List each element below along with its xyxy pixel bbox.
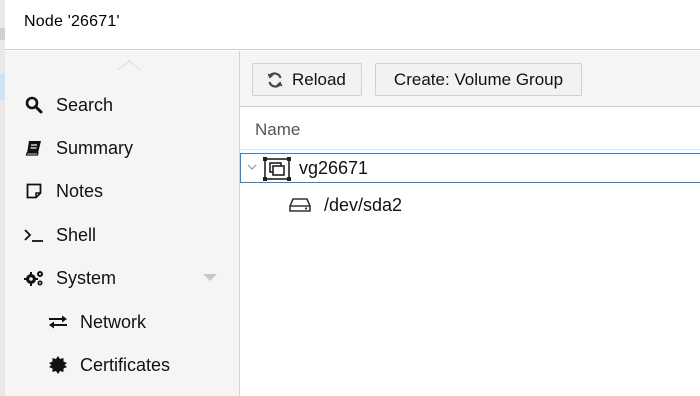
sidebar-item-summary[interactable]: Summary bbox=[22, 133, 133, 163]
sidebar-item-system[interactable]: System bbox=[22, 263, 116, 293]
page-title: Node '26671' bbox=[24, 13, 120, 30]
sidebar-item-search[interactable]: Search bbox=[22, 90, 113, 120]
toolbar: Reload Create: Volume Group bbox=[240, 51, 700, 107]
hdd-icon bbox=[288, 197, 312, 213]
create-button-label: Create: Volume Group bbox=[393, 69, 564, 89]
sidebar-item-label: Shell bbox=[56, 224, 97, 245]
tree-row-disk[interactable]: /dev/sda2 bbox=[240, 190, 700, 220]
sidebar-item-label: Network bbox=[80, 311, 147, 332]
column-header-label: Name bbox=[255, 120, 301, 139]
certificate-icon bbox=[46, 355, 70, 375]
main-panel: Reload Create: Volume Group Name vg26671… bbox=[240, 51, 700, 396]
sidebar-nav: Search Summary Notes Shell System Networ… bbox=[5, 51, 240, 396]
exchange-icon bbox=[46, 312, 70, 332]
create-volume-group-button[interactable]: Create: Volume Group bbox=[375, 63, 582, 96]
sidebar-item-label: System bbox=[56, 267, 117, 288]
search-icon bbox=[22, 95, 46, 115]
terminal-icon bbox=[22, 225, 46, 245]
scroll-up-arrow[interactable] bbox=[117, 60, 141, 70]
sidebar-item-shell[interactable]: Shell bbox=[22, 220, 96, 250]
note-icon bbox=[22, 181, 46, 201]
sidebar-item-label: Certificates bbox=[80, 354, 171, 375]
gears-icon bbox=[22, 268, 46, 288]
chevron-down-icon[interactable] bbox=[247, 163, 257, 171]
tree-row-label: vg26671 bbox=[299, 158, 369, 178]
sidebar-item-label: Notes bbox=[56, 180, 104, 201]
book-icon bbox=[22, 138, 46, 158]
column-header-name[interactable]: Name bbox=[240, 108, 700, 150]
sidebar-item-notes[interactable]: Notes bbox=[22, 176, 103, 206]
reload-button[interactable]: Reload bbox=[252, 63, 362, 96]
refresh-icon bbox=[266, 71, 284, 89]
sidebar-item-label: Summary bbox=[56, 137, 134, 158]
chevron-down-icon[interactable] bbox=[203, 274, 217, 281]
tree-row-volume-group[interactable]: vg26671 bbox=[240, 153, 700, 183]
title-bar: Node '26671' bbox=[5, 0, 700, 50]
reload-button-label: Reload bbox=[292, 69, 346, 89]
sidebar-item-certificates[interactable]: Certificates bbox=[46, 350, 170, 380]
sidebar-item-network[interactable]: Network bbox=[46, 307, 146, 337]
tree-row-label: /dev/sda2 bbox=[324, 195, 403, 215]
sidebar-item-label: Search bbox=[56, 94, 114, 115]
volume-group-icon bbox=[263, 157, 291, 181]
